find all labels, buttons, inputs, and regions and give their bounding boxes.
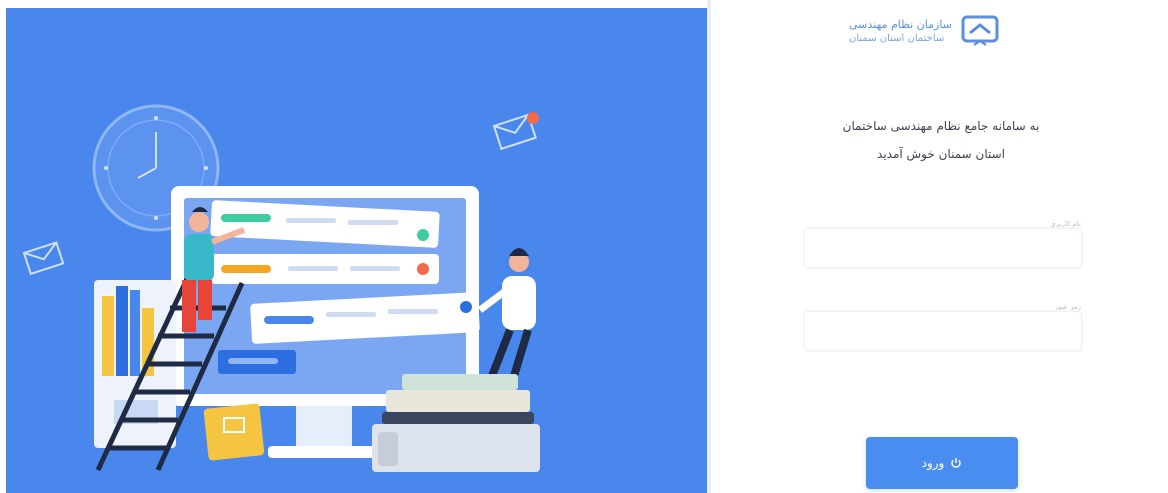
login-panel: سازمان نظام مهندسی ساختمان استان سمنان ب… (711, 0, 1168, 493)
task-card (211, 254, 439, 284)
password-input[interactable] (805, 312, 1081, 350)
brand-line2: ساختمان استان سمنان (849, 32, 945, 44)
username-field-wrapper (804, 228, 1082, 268)
password-label: رمز عبور (1054, 303, 1081, 311)
person-figure (477, 248, 536, 378)
workspace-illustration (22, 104, 540, 472)
welcome-message: به سامانه جامع نظام مهندسی ساختمان استان… (781, 112, 1101, 168)
brand-text: سازمان نظام مهندسی ساختمان استان سمنان (849, 18, 952, 45)
hero-illustration-panel (6, 8, 707, 493)
notification-dot (527, 112, 539, 124)
brand-line1: سازمان نظام مهندسی (849, 17, 952, 31)
envelope-icon (22, 241, 65, 276)
login-button[interactable]: ورود (866, 437, 1018, 489)
power-icon (951, 458, 962, 468)
note-icon (203, 403, 265, 461)
login-label: ورود (921, 456, 945, 470)
welcome-line2: استان سمنان خوش آمدید (877, 147, 1005, 161)
password-field-wrapper (804, 311, 1082, 351)
username-input[interactable] (805, 229, 1081, 267)
username-label: نام کاربری (1050, 220, 1081, 228)
brand-logo: سازمان نظام مهندسی ساختمان استان سمنان (849, 8, 1049, 54)
welcome-line1: به سامانه جامع نظام مهندسی ساختمان (842, 119, 1040, 133)
organization-emblem-icon (961, 15, 999, 46)
